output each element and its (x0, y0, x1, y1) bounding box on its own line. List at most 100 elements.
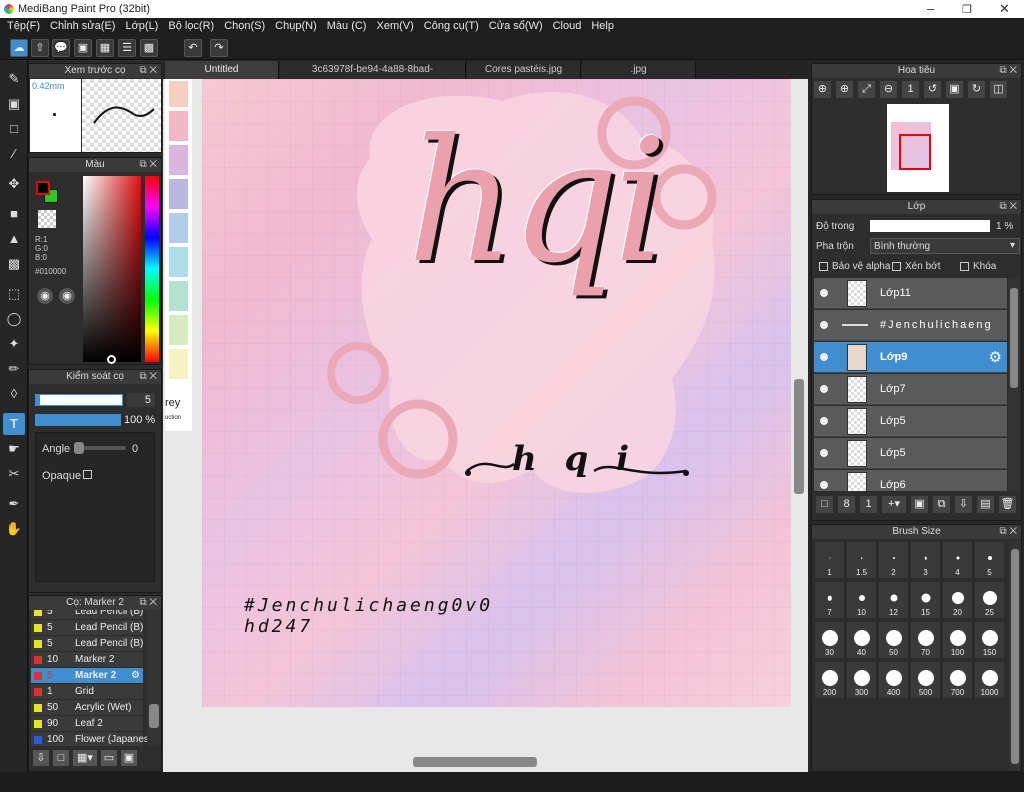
layer-row[interactable]: Lớp6 (814, 470, 1007, 491)
brush-size-cell[interactable]: 2 (878, 541, 909, 579)
brush-size-cell[interactable]: 300 (846, 661, 877, 699)
tab-cores-pasteis[interactable]: Cores pastéis.jpg (467, 61, 581, 79)
eye-icon[interactable] (820, 481, 828, 489)
eye-icon[interactable] (820, 417, 828, 425)
actual-size-icon[interactable]: 1 (902, 81, 919, 98)
layer-row[interactable]: Lớp7 (814, 374, 1007, 405)
rotate-right-icon[interactable]: ↻ (968, 81, 985, 98)
close-icon[interactable]: ⧉ ✕ (999, 525, 1017, 539)
rotate-left-icon[interactable]: ↺ (924, 81, 941, 98)
brush-list-scrollbar[interactable] (147, 610, 161, 746)
hand-icon[interactable]: ✋ (3, 518, 25, 540)
eye-icon[interactable] (820, 289, 828, 297)
gradient-icon[interactable]: ▩ (3, 253, 25, 275)
new-8bit-layer-icon[interactable]: 8 (838, 496, 855, 513)
opacity-slider[interactable] (35, 414, 121, 426)
close-icon[interactable]: ⧉ ✕ (999, 64, 1017, 78)
close-icon[interactable]: ⧉ ✕ (139, 64, 157, 78)
brush-size-cell[interactable]: 150 (974, 621, 1005, 659)
palette-icon[interactable]: ◉ (37, 288, 53, 304)
brush-icon[interactable]: ✎ (3, 68, 25, 90)
drawing-canvas[interactable]: hqi h q i #Jenchulichaeng0v0 hd247 (202, 79, 791, 707)
brush-item[interactable]: 10 Marker 2 (31, 652, 143, 668)
layer-row[interactable]: #Jenchulichaeng (814, 310, 1007, 341)
menu-select[interactable]: Chọn(S) (221, 18, 272, 36)
brush-size-cell[interactable]: 500 (910, 661, 941, 699)
brush-item[interactable]: 100 Flower (Japanes (31, 732, 147, 746)
new-1bit-layer-icon[interactable]: 1 (860, 496, 877, 513)
eyedropper-icon[interactable]: ✒ (3, 493, 25, 515)
brush-size-cell[interactable]: 30 (814, 621, 845, 659)
brush-size-cell[interactable]: 15 (910, 581, 941, 619)
add-brush-icon[interactable]: ▦▾ (73, 750, 97, 766)
fill-rect-icon[interactable]: ■ (3, 203, 25, 225)
layer-opacity-slider[interactable] (870, 220, 990, 232)
foreground-color-swatch[interactable] (36, 181, 50, 195)
brush-size-cell[interactable]: 12 (878, 581, 909, 619)
clipping-checkbox[interactable] (892, 262, 901, 271)
menu-view[interactable]: Xem(V) (373, 18, 420, 36)
menu-layer[interactable]: Lớp(L) (122, 18, 165, 36)
folder-icon[interactable]: ▣ (121, 750, 137, 766)
brush-size-cell[interactable]: 700 (942, 661, 973, 699)
hue-slider[interactable] (145, 176, 159, 362)
layer-row[interactable]: Lớp5 (814, 438, 1007, 469)
close-icon[interactable]: ⧉ ✕ (999, 200, 1017, 214)
add-layer-menu-icon[interactable]: +▾ (882, 496, 906, 513)
brush-item[interactable]: 5 Lead Pencil (B) (31, 636, 143, 652)
brush-item[interactable]: 5 Lead Pencil (B) (31, 620, 143, 636)
new-layer-icon[interactable]: □ (816, 496, 833, 513)
brush-item[interactable]: 90 Leaf 2 (31, 716, 143, 732)
brush-item[interactable]: 5 Lead Pencil (B) (31, 610, 143, 620)
brush-size-slider[interactable] (35, 394, 123, 406)
operation-icon[interactable]: ☛ (3, 438, 25, 460)
bucket-icon[interactable]: ▲ (3, 228, 25, 250)
duplicate-layer-icon[interactable]: ⧉ (933, 496, 950, 513)
menu-cloud[interactable]: Cloud (550, 18, 589, 36)
eye-icon[interactable] (820, 449, 828, 457)
fit-icon[interactable]: ⤢ (858, 81, 875, 98)
brush-size-cell[interactable]: 3 (910, 541, 941, 579)
protect-alpha-checkbox[interactable] (819, 262, 828, 271)
transparent-swatch[interactable] (38, 210, 56, 228)
text-icon[interactable]: T (3, 413, 25, 435)
upload-icon[interactable]: ⇧ (31, 39, 49, 57)
lock-checkbox[interactable] (960, 262, 969, 271)
comment-icon[interactable]: 💬 (52, 39, 70, 57)
line-icon[interactable]: ∕ (3, 143, 25, 165)
menu-tools[interactable]: Công cụ(T) (421, 18, 486, 36)
brush-size-cell[interactable]: 1000 (974, 661, 1005, 699)
blend-mode-select[interactable]: Bình thường ▾ (870, 238, 1020, 254)
navigator-thumbnail[interactable] (887, 104, 949, 192)
layer-settings-icon[interactable]: ▤ (977, 496, 994, 513)
tab-untitled[interactable]: Untitled (165, 61, 279, 79)
new-brush-icon[interactable]: □ (53, 750, 69, 766)
brush-size-cell[interactable]: 400 (878, 661, 909, 699)
brush-size-cell[interactable]: 1.5 (846, 541, 877, 579)
opaque-checkbox[interactable] (83, 470, 92, 479)
menu-file[interactable]: Tệp(F) (4, 18, 47, 36)
brush-size-cell[interactable]: 10 (846, 581, 877, 619)
flip-icon[interactable]: ◫ (990, 81, 1007, 98)
zoom-out-icon[interactable]: ⊖ (880, 81, 897, 98)
layer-row[interactable]: Lớp11 (814, 278, 1007, 309)
copy-brush-icon[interactable]: ▭ (101, 750, 117, 766)
brush-item[interactable]: 50 Acrylic (Wet) (31, 700, 143, 716)
brush-size-cell[interactable]: 50 (878, 621, 909, 659)
brush-size-cell[interactable]: 25 (974, 581, 1005, 619)
eye-icon[interactable] (820, 321, 828, 329)
select-pen-icon[interactable]: ✏ (3, 358, 25, 380)
close-icon[interactable]: ⧉ ✕ (139, 370, 157, 384)
picker-handle[interactable] (107, 355, 116, 364)
brush-size-cell[interactable]: 70 (910, 621, 941, 659)
cloud-icon[interactable]: ☁ (10, 39, 28, 57)
gear-icon[interactable]: ⚙ (131, 668, 140, 684)
eye-icon[interactable] (820, 385, 828, 393)
merge-down-icon[interactable]: ⇩ (955, 496, 972, 513)
brush-size-cell[interactable]: 20 (942, 581, 973, 619)
gear-icon[interactable]: ⚙ (989, 348, 1002, 366)
zoom-in-alt-icon[interactable]: ⊕ (836, 81, 853, 98)
panel-icon[interactable]: ▦ (96, 39, 114, 57)
menu-edit[interactable]: Chỉnh sửa(E) (47, 18, 122, 36)
magic-wand-icon[interactable]: ✦ (3, 333, 25, 355)
